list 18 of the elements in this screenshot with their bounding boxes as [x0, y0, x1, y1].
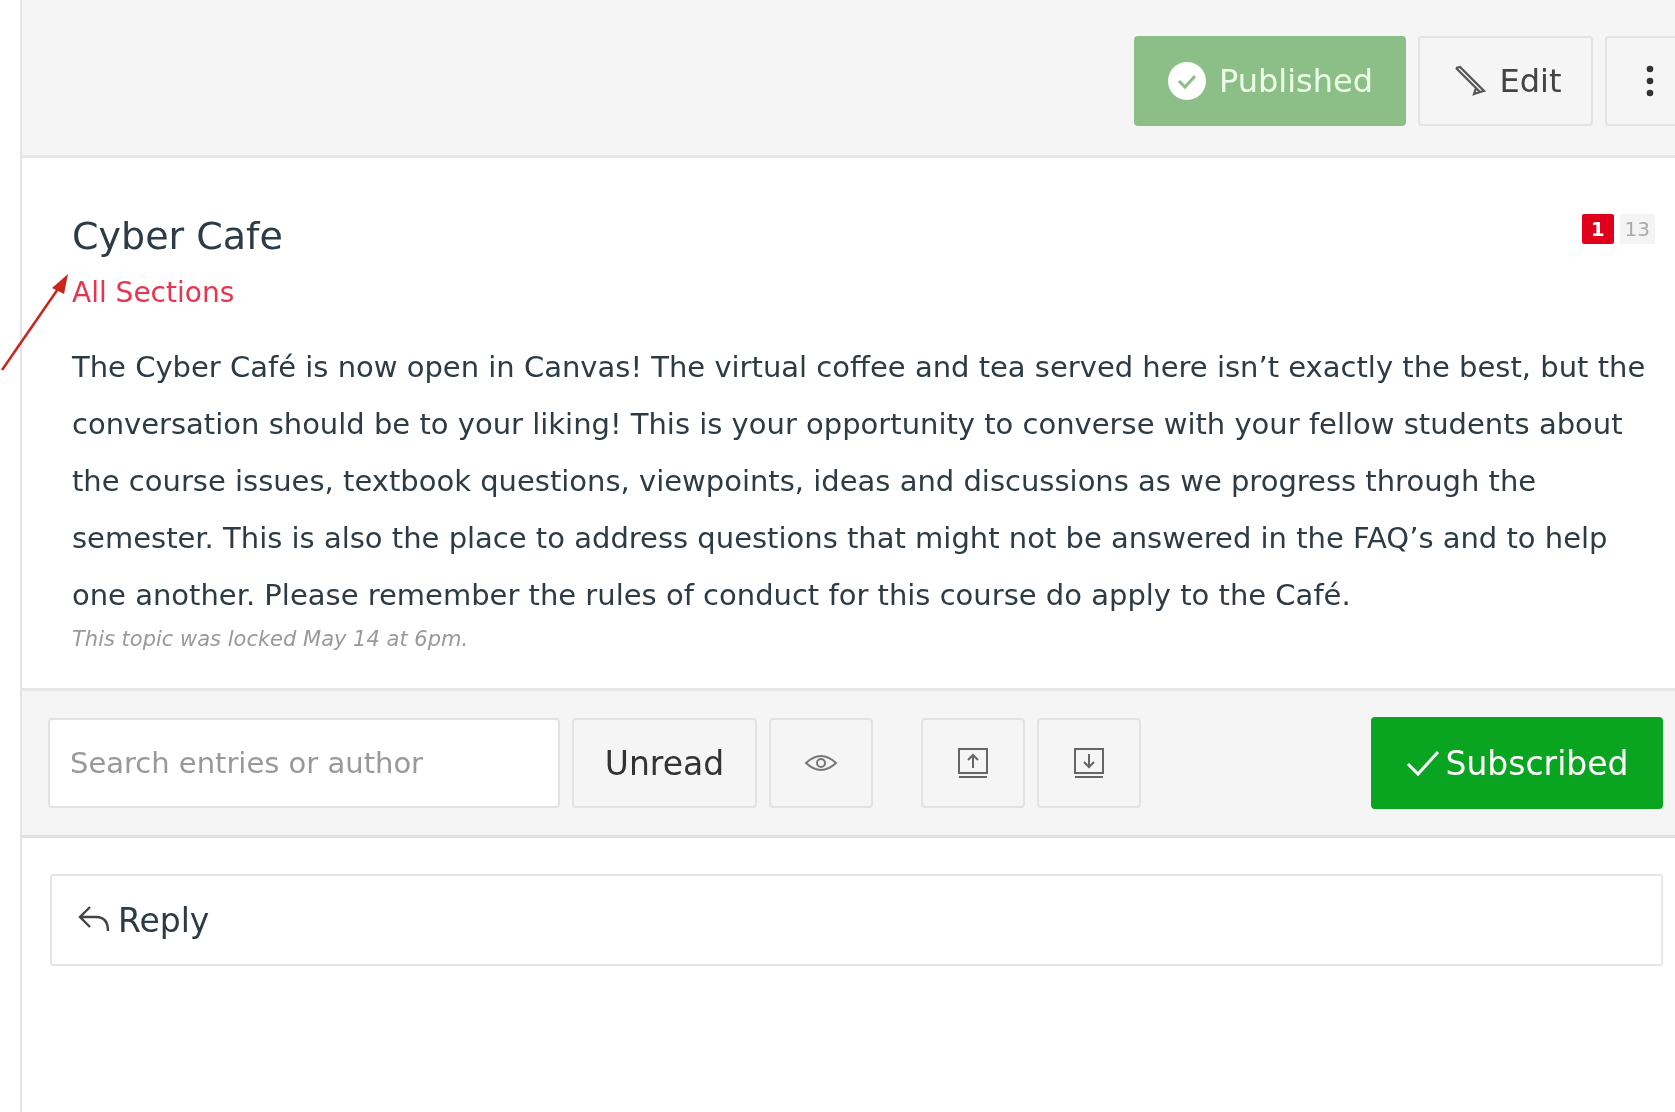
reply-button[interactable]: Reply [50, 874, 1663, 966]
total-count: 13 [1619, 214, 1655, 244]
topic-message: The Cyber Café is now open in Canvas! The virtual coffee and tea served here isn’t exactly the best, but the conversation should be to your liking! This is your opportunity to converse with your fellow students about the course issues, textbook questions, viewpoints, ideas and discussions as we progress through the semester. This is also the place to address questions that might not be answered in the FAQ’s and to help one another. Please remember the rules of conduct for this course do apply to the Café. [72, 349, 1647, 614]
expand-button[interactable] [921, 718, 1025, 808]
checkmark-icon [1405, 748, 1442, 778]
collapse-button[interactable] [1037, 718, 1141, 808]
edit-button[interactable]: Edit [1418, 35, 1593, 126]
kebab-menu-icon [1646, 64, 1654, 97]
sections-link[interactable]: All Sections [72, 276, 235, 309]
lock-note: This topic was locked May 14 at 6pm. [72, 626, 470, 653]
upload-icon [956, 746, 990, 780]
topic-title: Cyber Cafe [72, 213, 283, 260]
unread-count-badge: 1 [1581, 214, 1614, 244]
download-icon [1072, 746, 1106, 780]
unread-filter-button[interactable]: Unread [572, 718, 757, 808]
check-circle-icon [1166, 60, 1207, 101]
search-field[interactable]: Search entries or author [48, 718, 560, 808]
eye-icon [804, 752, 838, 774]
